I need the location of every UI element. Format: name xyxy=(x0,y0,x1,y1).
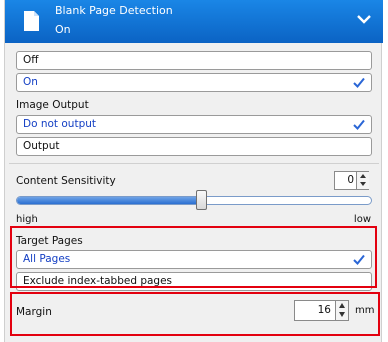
divider xyxy=(9,163,379,164)
margin-stepper[interactable]: 16 xyxy=(294,300,349,321)
checkmark-icon xyxy=(353,254,365,265)
increment-arrow-icon[interactable] xyxy=(336,301,348,310)
option-output[interactable]: Output xyxy=(16,137,372,156)
option-on-label: On xyxy=(23,76,38,88)
sensitivity-slider-thumb[interactable] xyxy=(195,190,207,210)
option-exclude-index-tabbed[interactable]: Exclude index-tabbed pages xyxy=(16,272,372,291)
section-header[interactable]: Blank Page Detection On xyxy=(5,0,383,43)
option-on[interactable]: On xyxy=(16,73,372,92)
margin-label: Margin xyxy=(16,306,52,318)
margin-value[interactable]: 16 xyxy=(297,301,331,320)
option-output-label: Output xyxy=(23,140,60,152)
sensitivity-spin-buttons[interactable] xyxy=(356,172,369,189)
section-current-value: On xyxy=(55,23,71,36)
content-sensitivity-label: Content Sensitivity xyxy=(16,175,116,187)
slider-high-label: high xyxy=(16,214,38,225)
increment-arrow-icon[interactable] xyxy=(357,172,369,180)
option-off[interactable]: Off xyxy=(16,51,372,70)
margin-spin-buttons[interactable] xyxy=(335,301,348,320)
sensitivity-stepper[interactable]: 0 xyxy=(334,171,369,190)
option-off-label: Off xyxy=(23,54,39,66)
image-output-label: Image Output xyxy=(16,99,89,111)
option-all-pages[interactable]: All Pages xyxy=(16,250,372,269)
target-pages-label: Target Pages xyxy=(16,235,83,247)
sensitivity-slider-fill xyxy=(17,197,202,204)
sensitivity-value[interactable]: 0 xyxy=(337,172,354,189)
option-do-not-output-label: Do not output xyxy=(23,118,97,130)
document-icon xyxy=(24,11,39,31)
blank-page-detection-panel: Blank Page Detection On Off On Image Out… xyxy=(4,0,383,342)
decrement-arrow-icon[interactable] xyxy=(336,310,348,319)
decrement-arrow-icon[interactable] xyxy=(357,180,369,188)
chevron-down-icon[interactable] xyxy=(357,14,371,24)
option-do-not-output[interactable]: Do not output xyxy=(16,115,372,134)
margin-unit: mm xyxy=(355,305,375,316)
checkmark-icon xyxy=(353,119,365,130)
option-exclude-index-tabbed-label: Exclude index-tabbed pages xyxy=(23,275,173,287)
sensitivity-slider-track[interactable] xyxy=(16,196,372,205)
checkmark-icon xyxy=(353,77,365,88)
option-all-pages-label: All Pages xyxy=(23,253,71,265)
slider-low-label: low xyxy=(353,214,371,225)
section-title: Blank Page Detection xyxy=(55,4,173,17)
